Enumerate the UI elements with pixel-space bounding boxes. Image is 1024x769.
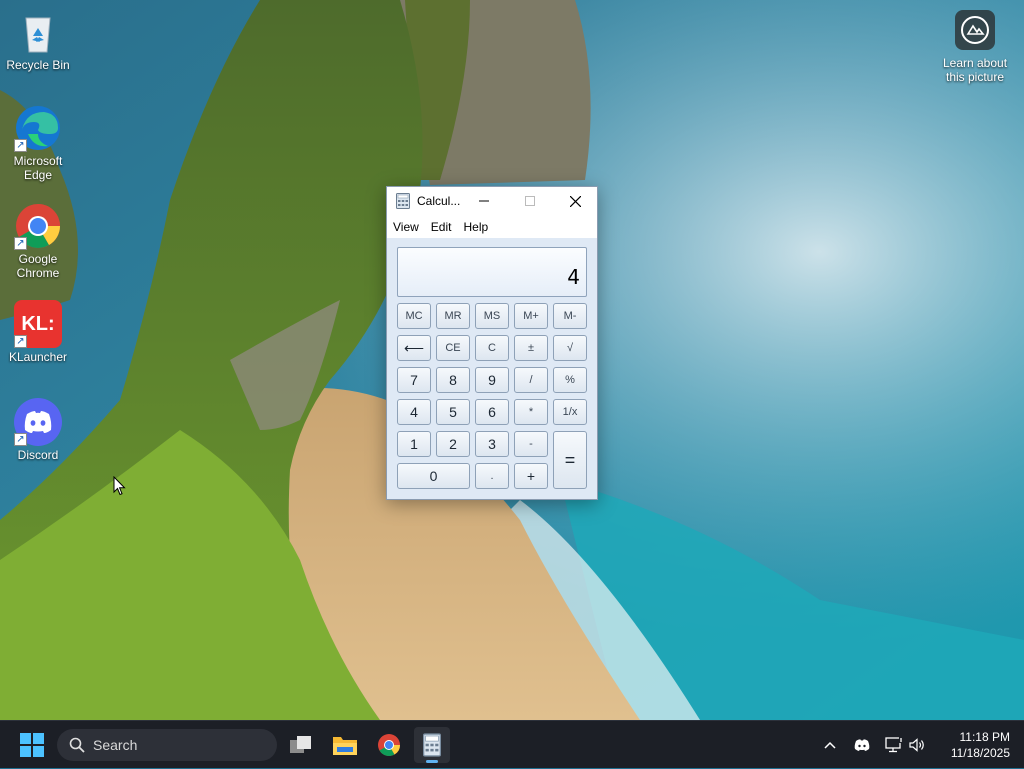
klauncher-icon: KL: ↗ [14,300,62,348]
close-button[interactable] [552,187,598,215]
key-c[interactable]: C [475,335,509,361]
maximize-button[interactable] [507,187,553,215]
clock-time: 11:18 PM [959,730,1010,744]
menu-help[interactable]: Help [457,220,494,234]
window-title: Calcul... [417,194,461,208]
key-plus-minus[interactable]: ± [514,335,548,361]
recycle-bin-icon [14,8,62,56]
clock-date: 11/18/2025 [950,746,1010,760]
key-1[interactable]: 1 [397,431,431,457]
volume-icon [909,738,924,752]
key-multiply[interactable]: * [514,399,548,425]
key-add[interactable]: + [514,463,548,489]
menu-view[interactable]: View [387,220,425,234]
taskbar-clock[interactable]: 11:18 PM 11/18/2025 [951,729,1010,761]
learn-about-picture[interactable]: Learn about this picture [934,10,1016,84]
maximize-icon [525,196,535,206]
chrome-icon: ↗ [14,202,62,250]
start-button[interactable] [14,727,50,763]
taskbar: Search 11:18 PM 11/18/2025 [0,720,1024,768]
tray-discord[interactable] [850,721,874,769]
key-3[interactable]: 3 [475,431,509,457]
menu-edit[interactable]: Edit [425,220,458,234]
mouse-cursor-icon [113,476,126,496]
desktop-icon-chrome[interactable]: ↗ Google Chrome [0,202,76,280]
task-view-button[interactable] [283,727,319,763]
key-mc[interactable]: MC [397,303,431,329]
calculator-display: 4 [397,247,587,297]
key-5[interactable]: 5 [436,399,470,425]
key-2[interactable]: 2 [436,431,470,457]
desktop-icon-discord[interactable]: ↗ Discord [0,398,76,462]
desktop-icon-klauncher[interactable]: KL: ↗ KLauncher [0,300,76,364]
discord-icon [854,739,870,751]
key-equals[interactable]: = [553,431,587,489]
tray-network[interactable] [882,721,906,769]
key-mminus[interactable]: M- [553,303,587,329]
file-explorer-button[interactable] [327,727,363,763]
key-divide[interactable]: / [514,367,548,393]
search-icon [69,737,85,753]
key-ce[interactable]: CE [436,335,470,361]
minimize-icon [479,200,489,202]
camera-icon [955,10,995,50]
shortcut-arrow-icon: ↗ [14,237,27,250]
discord-icon: ↗ [14,398,62,446]
key-subtract[interactable]: - [514,431,548,457]
file-explorer-icon [333,737,357,755]
shortcut-arrow-icon: ↗ [14,335,27,348]
key-8[interactable]: 8 [436,367,470,393]
key-backspace[interactable]: ⟵ [397,335,431,361]
network-icon [885,737,903,753]
key-mr[interactable]: MR [436,303,470,329]
search-placeholder: Search [93,737,138,753]
shortcut-arrow-icon: ↗ [14,433,27,446]
tray-volume[interactable] [906,721,930,769]
key-ms[interactable]: MS [475,303,509,329]
task-view-icon [290,736,311,753]
edge-icon: ↗ [14,104,62,152]
chevron-up-icon [824,741,836,749]
key-6[interactable]: 6 [475,399,509,425]
key-7[interactable]: 7 [397,367,431,393]
key-decimal[interactable]: . [475,463,509,489]
calculator-window[interactable]: Calcul... View Edit Help 4 MC MR MS M+ M… [386,186,598,500]
minimize-button[interactable] [461,187,507,215]
title-bar[interactable]: Calcul... [387,187,597,215]
close-icon [569,195,581,207]
desktop-icon-edge[interactable]: ↗ Microsoft Edge [0,104,76,182]
windows-logo-icon [20,733,44,757]
calculator-taskbar-button[interactable] [414,727,450,763]
calculator-icon [396,193,410,209]
chrome-icon [378,734,400,756]
taskbar-search[interactable]: Search [57,729,277,761]
key-percent[interactable]: % [553,367,587,393]
key-reciprocal[interactable]: 1/x [553,399,587,425]
key-4[interactable]: 4 [397,399,431,425]
key-sqrt[interactable]: √ [553,335,587,361]
chrome-taskbar-button[interactable] [371,727,407,763]
desktop-icon-recycle-bin[interactable]: Recycle Bin [0,8,76,72]
shortcut-arrow-icon: ↗ [14,139,27,152]
key-0[interactable]: 0 [397,463,470,489]
key-mplus[interactable]: M+ [514,303,548,329]
show-hidden-icons-button[interactable] [818,721,842,769]
calculator-icon [423,733,441,757]
menu-bar: View Edit Help [387,215,597,238]
active-indicator [426,760,438,763]
key-9[interactable]: 9 [475,367,509,393]
